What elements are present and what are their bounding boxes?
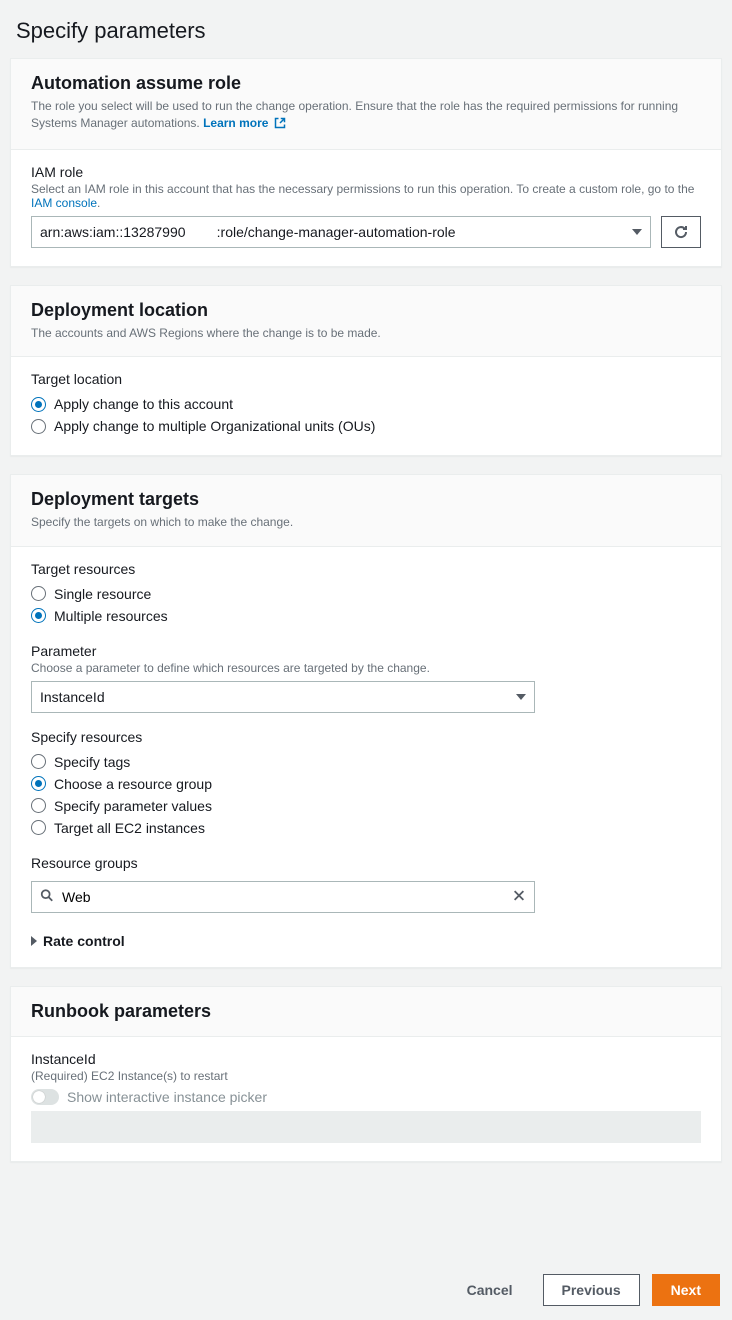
iam-console-link[interactable]: IAM console xyxy=(31,196,97,210)
heading-deploy-location: Deployment location xyxy=(31,300,701,321)
refresh-button[interactable] xyxy=(661,216,701,248)
clear-icon[interactable] xyxy=(512,888,526,905)
panel-assume-role: Automation assume role The role you sele… xyxy=(10,58,722,267)
desc-assume-role: The role you select will be used to run … xyxy=(31,98,701,135)
radio-icon xyxy=(31,397,46,412)
desc-deploy-location: The accounts and AWS Regions where the c… xyxy=(31,325,701,342)
radio-apply-multiple-ous[interactable]: Apply change to multiple Organizational … xyxy=(31,415,701,437)
footer-actions: Cancel Previous Next xyxy=(0,1260,732,1320)
chevron-down-icon xyxy=(516,694,526,700)
panel-deploy-location: Deployment location The accounts and AWS… xyxy=(10,285,722,456)
cancel-button[interactable]: Cancel xyxy=(449,1274,531,1306)
heading-deploy-targets: Deployment targets xyxy=(31,489,701,510)
label-parameter: Parameter xyxy=(31,643,701,659)
desc-instanceid: (Required) EC2 Instance(s) to restart xyxy=(31,1069,701,1083)
panel-runbook: Runbook parameters InstanceId (Required)… xyxy=(10,986,722,1162)
resource-groups-search[interactable] xyxy=(31,881,535,913)
iam-role-select[interactable]: arn:aws:iam::13287990 :role/change-manag… xyxy=(31,216,651,248)
rate-control-expander[interactable]: Rate control xyxy=(31,933,701,949)
search-icon xyxy=(40,888,54,905)
radio-multiple-resources[interactable]: Multiple resources xyxy=(31,605,701,627)
radio-icon xyxy=(31,776,46,791)
radio-icon xyxy=(31,419,46,434)
learn-more-link[interactable]: Learn more xyxy=(203,116,286,130)
label-target-location: Target location xyxy=(31,371,701,387)
desc-iam-role: Select an IAM role in this account that … xyxy=(31,182,701,210)
radio-icon xyxy=(31,820,46,835)
refresh-icon xyxy=(673,224,689,240)
radio-apply-this-account[interactable]: Apply change to this account xyxy=(31,393,701,415)
radio-single-resource[interactable]: Single resource xyxy=(31,583,701,605)
chevron-down-icon xyxy=(632,229,642,235)
radio-icon xyxy=(31,586,46,601)
radio-icon xyxy=(31,798,46,813)
label-specify-resources: Specify resources xyxy=(31,729,701,745)
resource-groups-input[interactable] xyxy=(62,889,504,905)
external-link-icon xyxy=(274,117,286,134)
radio-icon xyxy=(31,754,46,769)
page-title: Specify parameters xyxy=(16,18,716,44)
radio-choose-resource-group[interactable]: Choose a resource group xyxy=(31,773,701,795)
next-button[interactable]: Next xyxy=(652,1274,720,1306)
instanceid-input-disabled xyxy=(31,1111,701,1143)
label-instanceid: InstanceId xyxy=(31,1051,701,1067)
panel-deploy-targets: Deployment targets Specify the targets o… xyxy=(10,474,722,967)
caret-right-icon xyxy=(31,936,37,946)
label-iam-role: IAM role xyxy=(31,164,701,180)
toggle-instance-picker-label: Show interactive instance picker xyxy=(67,1089,267,1105)
parameter-select[interactable]: InstanceId xyxy=(31,681,535,713)
radio-specify-parameter-values[interactable]: Specify parameter values xyxy=(31,795,701,817)
label-resource-groups: Resource groups xyxy=(31,855,701,871)
radio-target-all-ec2[interactable]: Target all EC2 instances xyxy=(31,817,701,839)
label-target-resources: Target resources xyxy=(31,561,701,577)
toggle-instance-picker[interactable] xyxy=(31,1089,59,1105)
desc-deploy-targets: Specify the targets on which to make the… xyxy=(31,514,701,531)
desc-parameter: Choose a parameter to define which resou… xyxy=(31,661,701,675)
radio-icon xyxy=(31,608,46,623)
heading-runbook: Runbook parameters xyxy=(31,1001,701,1022)
heading-assume-role: Automation assume role xyxy=(31,73,701,94)
previous-button[interactable]: Previous xyxy=(543,1274,640,1306)
radio-specify-tags[interactable]: Specify tags xyxy=(31,751,701,773)
